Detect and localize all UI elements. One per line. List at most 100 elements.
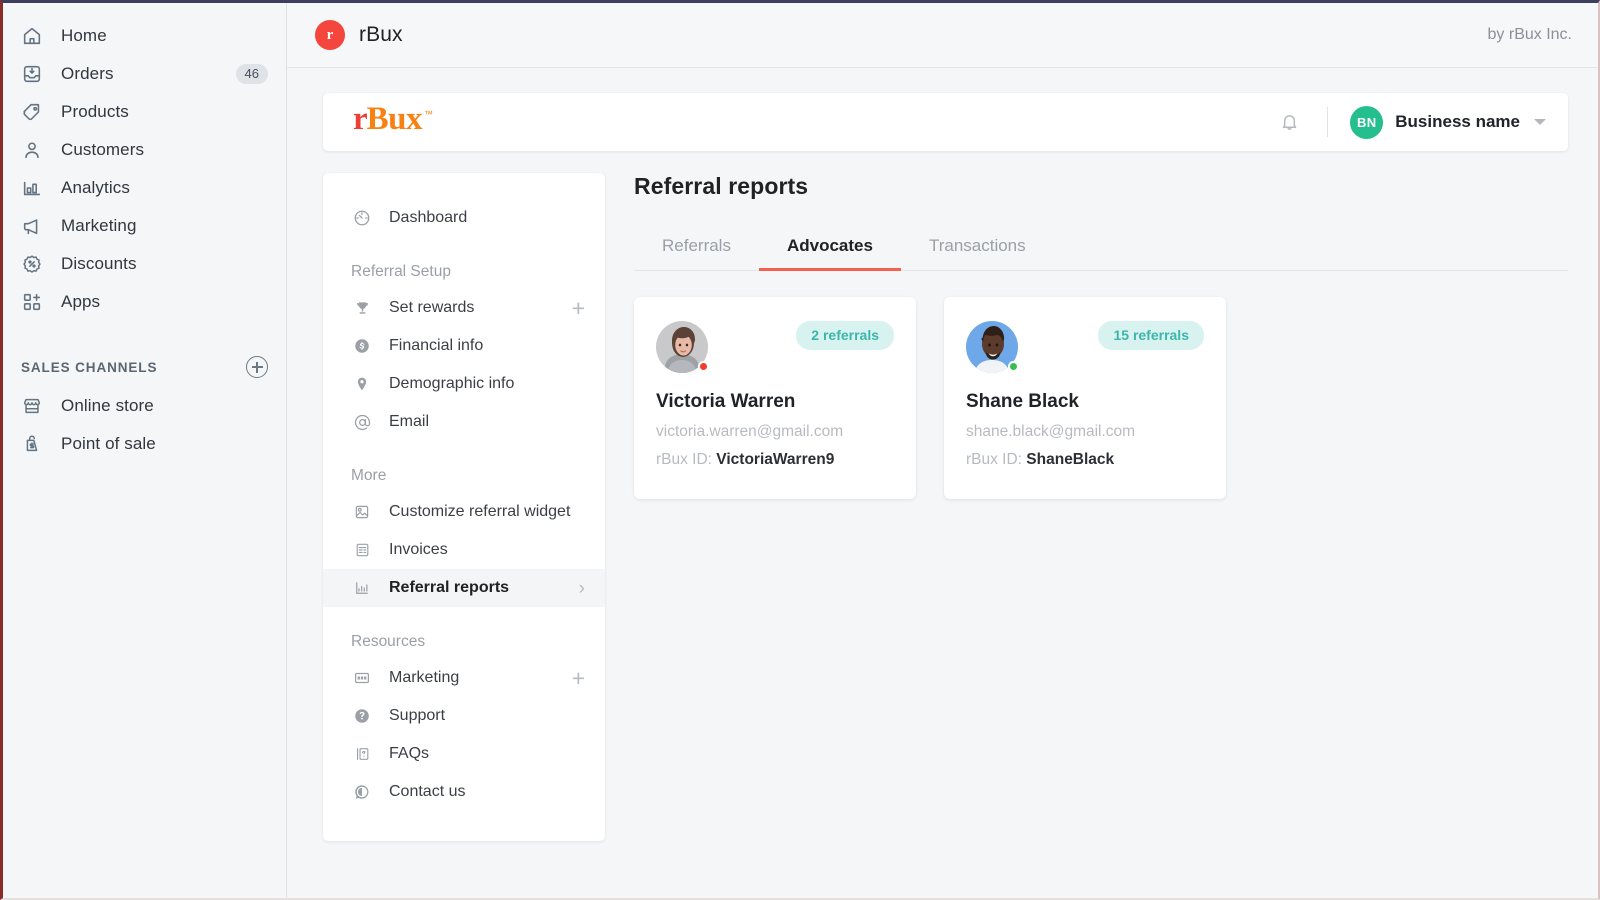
app-nav-item-set-rewards[interactable]: Set rewards + <box>323 289 605 327</box>
sidebar-label: Analytics <box>61 178 268 198</box>
header-divider <box>1327 107 1328 137</box>
app-nav-label: Customize referral widget <box>389 500 585 523</box>
megaphone-icon <box>21 214 49 238</box>
plus-circle-icon[interactable] <box>246 356 268 378</box>
app-window: Home Orders 46 Products Customers <box>0 0 1600 900</box>
orders-count-badge: 46 <box>236 64 268 84</box>
storefront-icon <box>21 394 49 418</box>
app-nav-item-referral-reports[interactable]: Referral reports › <box>323 569 605 607</box>
sidebar-item-online-store[interactable]: Online store <box>3 387 286 425</box>
person-icon <box>21 138 49 162</box>
tag-icon <box>21 100 49 124</box>
advocate-card-list: 2 referrals Victoria Warren victoria.war… <box>634 297 1568 499</box>
advocate-avatar <box>656 321 708 373</box>
sidebar-item-analytics[interactable]: Analytics <box>3 169 286 207</box>
faq-icon <box>351 745 373 763</box>
sidebar-item-discounts[interactable]: Discounts <box>3 245 286 283</box>
app-nav-item-faqs[interactable]: FAQs <box>323 735 605 773</box>
chevron-right-icon[interactable]: › <box>579 579 585 598</box>
sidebar-label: Marketing <box>61 216 268 236</box>
app-nav-item-support[interactable]: Support <box>323 697 605 735</box>
sidebar-item-products[interactable]: Products <box>3 93 286 131</box>
add-marketing-plus-icon[interactable]: + <box>572 667 585 690</box>
sales-channels-title: SALES CHANNELS <box>21 360 246 375</box>
app-nav-item-demographic-info[interactable]: Demographic info <box>323 365 605 403</box>
sidebar-item-apps[interactable]: Apps <box>3 283 286 321</box>
contact-icon <box>351 783 373 801</box>
advocate-id-row: rBux ID: ShaneBlack <box>966 451 1204 469</box>
advocate-card-top: 15 referrals <box>966 321 1204 373</box>
add-reward-plus-icon[interactable]: + <box>572 297 585 320</box>
advocate-card[interactable]: 15 referrals Shane Black shane.black@gma… <box>944 297 1226 499</box>
main-panel: Referral reports Referrals Advocates Tra… <box>605 173 1568 841</box>
sidebar-label: Orders <box>61 64 236 84</box>
notification-bell-icon[interactable] <box>1279 110 1301 134</box>
embedded-app-body: r Bux ™ BN Business name <box>287 68 1598 898</box>
advocate-name: Victoria Warren <box>656 391 894 413</box>
app-nav-panel: Dashboard Referral Setup Set rewards + <box>323 173 605 841</box>
app-nav-item-customize-referral-widget[interactable]: Customize referral widget <box>323 493 605 531</box>
status-dot <box>698 361 709 372</box>
tab-referrals[interactable]: Referrals <box>634 226 759 271</box>
sidebar-item-orders[interactable]: Orders 46 <box>3 55 286 93</box>
account-name: Business name <box>1395 112 1520 132</box>
advocate-email: victoria.warren@gmail.com <box>656 423 894 441</box>
header-right-cluster: BN Business name <box>1279 106 1546 139</box>
speedometer-icon <box>351 209 373 227</box>
app-publisher: by rBux Inc. <box>1488 26 1572 44</box>
advocate-id-value: VictoriaWarren9 <box>716 451 834 468</box>
report-chart-icon <box>351 579 373 597</box>
app-nav-label: Invoices <box>389 538 585 561</box>
app-nav-label: Referral reports <box>389 576 579 599</box>
sidebar-item-home[interactable]: Home <box>3 17 286 55</box>
sidebar-label: Online store <box>61 396 268 416</box>
app-nav-label: Set rewards <box>389 296 572 319</box>
sidebar-label: Point of sale <box>61 434 268 454</box>
sidebar-item-point-of-sale[interactable]: Point of sale <box>3 425 286 463</box>
app-nav-label: Demographic info <box>389 372 585 395</box>
account-menu[interactable]: BN Business name <box>1350 106 1546 139</box>
advocate-card[interactable]: 2 referrals Victoria Warren victoria.war… <box>634 297 916 499</box>
tab-advocates[interactable]: Advocates <box>759 226 901 271</box>
advocate-email: shane.black@gmail.com <box>966 423 1204 441</box>
app-nav-label: Contact us <box>389 780 585 803</box>
tab-bar: Referrals Advocates Transactions <box>634 226 1568 271</box>
sidebar-label: Discounts <box>61 254 268 274</box>
sidebar-item-customers[interactable]: Customers <box>3 131 286 169</box>
app-nav-item-dashboard[interactable]: Dashboard <box>323 199 605 237</box>
advocate-name: Shane Black <box>966 391 1204 413</box>
sales-channels-header: SALES CHANNELS <box>3 347 286 387</box>
home-icon <box>21 24 49 48</box>
app-nav-item-email[interactable]: Email <box>323 403 605 441</box>
tab-transactions[interactable]: Transactions <box>901 226 1054 271</box>
widget-image-icon <box>351 503 373 521</box>
app-nav-item-invoices[interactable]: Invoices <box>323 531 605 569</box>
sidebar-label: Home <box>61 26 268 46</box>
sidebar-item-marketing[interactable]: Marketing <box>3 207 286 245</box>
app-nav-label: Email <box>389 410 585 433</box>
sidebar-label: Apps <box>61 292 268 312</box>
embedded-app-header: r Bux ™ BN Business name <box>323 93 1568 151</box>
platform-sidebar: Home Orders 46 Products Customers <box>3 3 287 898</box>
app-nav-group-title: Referral Setup <box>323 263 605 281</box>
app-nav-item-contact-us[interactable]: Contact us <box>323 773 605 811</box>
app-nav-item-financial-info[interactable]: Financial info <box>323 327 605 365</box>
pos-bag-icon <box>21 432 49 456</box>
bar-chart-icon <box>21 176 49 200</box>
app-nav-group-title: More <box>323 467 605 485</box>
advocate-id-row: rBux ID: VictoriaWarren9 <box>656 451 894 469</box>
app-topbar: r rBux by rBux Inc. <box>287 3 1598 68</box>
app-nav-label: Financial info <box>389 334 585 357</box>
percent-badge-icon <box>21 252 49 276</box>
advocate-id-value: ShaneBlack <box>1026 451 1114 468</box>
question-circle-icon <box>351 707 373 725</box>
app-nav-label: Support <box>389 704 585 727</box>
app-nav-item-marketing[interactable]: Marketing + <box>323 659 605 697</box>
ad-banner-icon <box>351 670 373 686</box>
chevron-down-icon[interactable] <box>1534 119 1546 125</box>
at-sign-icon <box>351 413 373 432</box>
main-region: r rBux by rBux Inc. r Bux ™ BN <box>287 3 1598 898</box>
apps-grid-plus-icon <box>21 290 49 314</box>
rbux-logo[interactable]: r Bux ™ <box>353 119 433 126</box>
content-row: Dashboard Referral Setup Set rewards + <box>323 173 1568 841</box>
